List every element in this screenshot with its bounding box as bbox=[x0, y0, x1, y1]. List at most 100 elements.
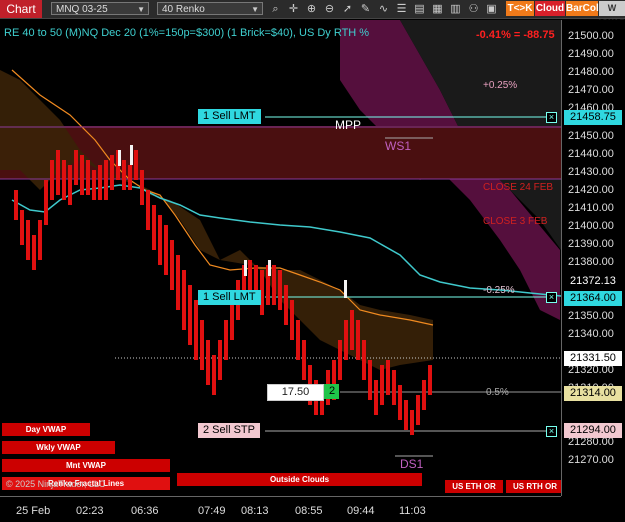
us-eth-or-button[interactable]: US ETH OR bbox=[445, 480, 503, 493]
template-icon[interactable]: ▤ bbox=[412, 2, 427, 16]
pointer-icon[interactable]: ➚ bbox=[340, 2, 355, 16]
renko-brick bbox=[200, 320, 204, 370]
renko-brick bbox=[14, 190, 18, 220]
mpp-label: MPP bbox=[335, 118, 362, 132]
y-tick: 21420.00 bbox=[568, 184, 614, 196]
renko-brick bbox=[152, 205, 156, 250]
chart-toolbar: Chart MNQ 03-25 ▼ 40 Renko ▼ ⌕ ✛ ⊕ ⊖ ➚ ✎… bbox=[0, 0, 625, 28]
y-tick: 21410.00 bbox=[568, 202, 614, 214]
renko-brick bbox=[410, 410, 414, 435]
renko-brick bbox=[134, 150, 138, 180]
barcol-button[interactable]: BarCol bbox=[566, 1, 599, 16]
renko-brick bbox=[140, 170, 144, 205]
renko-brick bbox=[32, 235, 36, 270]
day-vwap-button[interactable]: Day VWAP bbox=[2, 423, 90, 436]
indicators-icon[interactable]: ∿ bbox=[376, 2, 391, 16]
renko-brick bbox=[290, 300, 294, 340]
price-tag-sell-limit-1: 21458.75 bbox=[564, 110, 622, 125]
tok-button[interactable]: T<>K bbox=[506, 1, 534, 16]
price-tag-stop: 21294.00 bbox=[564, 423, 622, 438]
renko-brick-up bbox=[130, 145, 133, 165]
pen-icon[interactable]: ✎ bbox=[358, 2, 373, 16]
close-icon[interactable]: × bbox=[546, 292, 557, 303]
sell-stop-order[interactable]: 2 Sell STP bbox=[198, 423, 260, 438]
renko-brick bbox=[344, 320, 348, 360]
lock-icon[interactable]: ▣ bbox=[484, 2, 499, 16]
renko-brick bbox=[38, 220, 42, 260]
renko-brick bbox=[80, 155, 84, 195]
pct-05-label: 0.5% bbox=[486, 387, 509, 398]
renko-brick bbox=[350, 310, 354, 350]
renko-brick bbox=[386, 360, 390, 395]
renko-brick bbox=[224, 320, 228, 360]
outside-clouds-button[interactable]: Outside Clouds bbox=[177, 473, 422, 486]
zoom-out-icon[interactable]: ⊖ bbox=[322, 2, 337, 16]
y-tick: 21500.00 bbox=[568, 30, 614, 42]
position-quantity[interactable]: 2 bbox=[324, 384, 339, 399]
renko-brick bbox=[122, 160, 126, 190]
zoom-in-icon[interactable]: ⊕ bbox=[304, 2, 319, 16]
us-rth-or-button[interactable]: US RTH OR bbox=[506, 480, 561, 493]
chevron-down-icon: ▼ bbox=[251, 5, 259, 14]
chart-title: Chart bbox=[0, 0, 42, 18]
strategy-icon[interactable]: ☰ bbox=[394, 2, 409, 16]
y-tick: 21470.00 bbox=[568, 84, 614, 96]
y-tick: 21450.00 bbox=[568, 130, 614, 142]
y-tick: 21390.00 bbox=[568, 238, 614, 250]
price-tag-last: 21331.50 bbox=[564, 351, 622, 366]
weekly-vwap-button[interactable]: Wkly VWAP bbox=[2, 441, 115, 454]
renko-brick bbox=[188, 285, 192, 345]
renko-brick bbox=[278, 270, 282, 310]
sell-limit-order-1[interactable]: 1 Sell LMT bbox=[198, 109, 261, 124]
renko-brick bbox=[194, 300, 198, 360]
renko-brick bbox=[230, 300, 234, 340]
renko-brick bbox=[212, 355, 216, 395]
renko-brick-up bbox=[344, 280, 347, 298]
renko-brick bbox=[368, 360, 372, 400]
properties-icon[interactable]: ▦ bbox=[430, 2, 445, 16]
crosshair-icon[interactable]: ✛ bbox=[286, 2, 301, 16]
renko-brick bbox=[158, 215, 162, 265]
close-3-feb-label: CLOSE 3 FEB bbox=[483, 216, 548, 227]
position-price[interactable]: 17.50 bbox=[267, 384, 324, 401]
y-tick: 21430.00 bbox=[568, 166, 614, 178]
renko-brick bbox=[98, 165, 102, 200]
renko-brick bbox=[92, 170, 96, 200]
time-axis[interactable]: 25 Feb 02:23 06:36 07:49 08:13 08:55 09:… bbox=[0, 496, 561, 522]
renko-brick bbox=[260, 270, 264, 315]
x-tick: 11:03 bbox=[399, 505, 426, 517]
instrument-selector[interactable]: MNQ 03-25 ▼ bbox=[51, 2, 149, 15]
change-readout: -0.41% = -88.75 bbox=[476, 29, 555, 41]
chevron-down-icon: ▼ bbox=[137, 5, 145, 14]
trader-icon[interactable]: ⚇ bbox=[466, 2, 481, 16]
close-icon[interactable]: × bbox=[546, 112, 557, 123]
renko-brick bbox=[374, 380, 378, 415]
renko-brick bbox=[50, 160, 54, 200]
x-tick: 07:49 bbox=[198, 505, 226, 517]
x-tick: 08:55 bbox=[295, 505, 323, 517]
renko-brick bbox=[392, 370, 396, 405]
renko-brick bbox=[296, 320, 300, 360]
w-vwap-button[interactable]: W VWAP bbox=[599, 1, 625, 28]
y-tick: 21480.00 bbox=[568, 66, 614, 78]
close-icon[interactable]: × bbox=[546, 426, 557, 437]
renko-brick bbox=[68, 165, 72, 205]
sell-limit-order-2[interactable]: 1 Sell LMT bbox=[198, 290, 261, 305]
price-axis[interactable]: 21500.00 21490.00 21480.00 21470.00 2146… bbox=[561, 20, 625, 496]
renko-brick bbox=[338, 340, 342, 380]
monthly-vwap-button[interactable]: Mnt VWAP bbox=[2, 459, 170, 472]
renko-brick-up bbox=[244, 260, 247, 276]
y-tick: 21350.00 bbox=[568, 310, 614, 322]
chart-header: RE 40 to 50 (M)NQ Dec 20 (1%=150p=$300) … bbox=[4, 27, 370, 39]
price-tag-sell-limit-2: 21364.00 bbox=[564, 291, 622, 306]
cloud-button[interactable]: Cloud bbox=[535, 1, 565, 16]
data-box-icon[interactable]: ▥ bbox=[448, 2, 463, 16]
chart-panel[interactable]: RE 40 to 50 (M)NQ Dec 20 (1%=150p=$300) … bbox=[0, 20, 561, 496]
renko-brick bbox=[218, 340, 222, 380]
magnifier-icon[interactable]: ⌕ bbox=[268, 2, 283, 16]
y-tick: 21270.00 bbox=[568, 454, 614, 466]
renko-brick bbox=[428, 365, 432, 395]
renko-brick bbox=[362, 340, 366, 380]
close-24-feb-label: CLOSE 24 FEB bbox=[483, 182, 554, 193]
bar-type-selector[interactable]: 40 Renko ▼ bbox=[157, 2, 263, 15]
